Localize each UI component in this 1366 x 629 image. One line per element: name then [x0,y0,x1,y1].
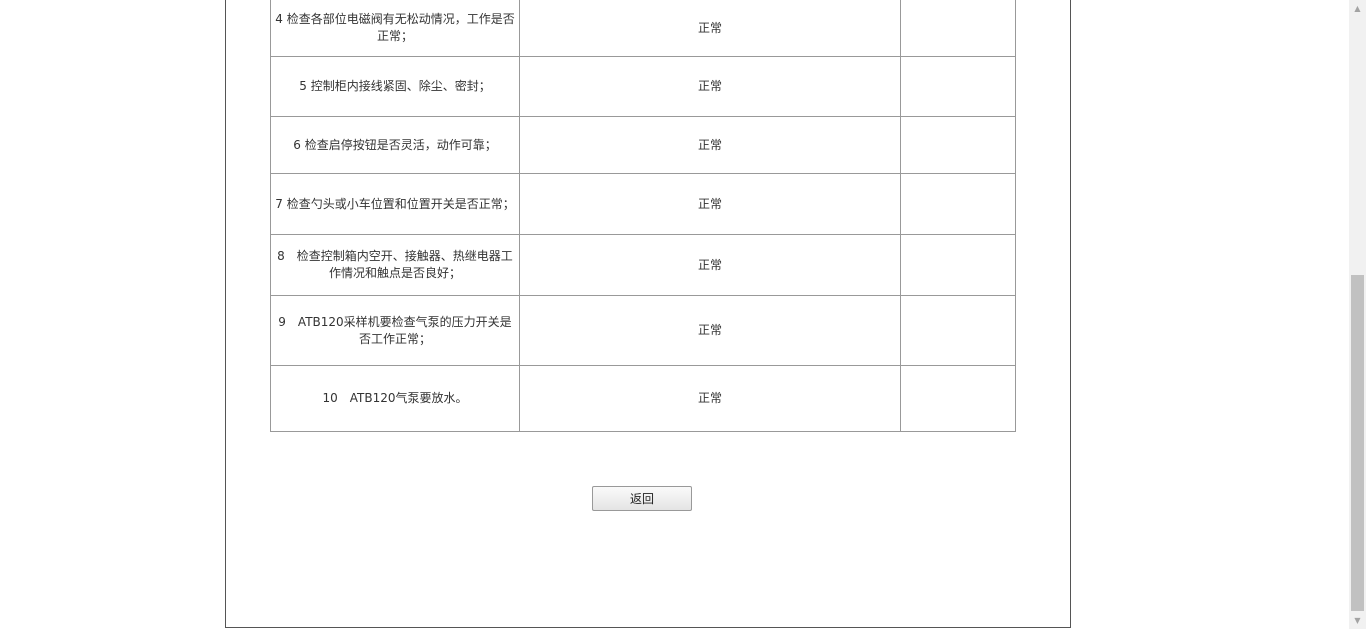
status-cell: 正常 [519,173,901,235]
check-item-cell: 7 检查勺头或小车位置和位置开关是否正常； [270,173,520,235]
content-frame: 4 检查各部位电磁阀有无松动情况，工作是否正常； 正常 5 控制柜内接线紧固、除… [225,0,1071,628]
check-item-cell: 10 ATB120气泵要放水。 [270,365,520,432]
status-cell: 正常 [519,295,901,366]
status-cell: 正常 [519,0,901,57]
check-item-cell: 5 控制柜内接线紧固、除尘、密封； [270,56,520,117]
check-item-cell: 4 检查各部位电磁阀有无松动情况，工作是否正常； [270,0,520,57]
table-row: 10 ATB120气泵要放水。 正常 [270,365,1016,432]
check-item-cell: 9 ATB120采样机要检查气泵的压力开关是否工作正常； [270,295,520,366]
table-row: 4 检查各部位电磁阀有无松动情况，工作是否正常； 正常 [270,0,1016,57]
remark-cell [900,173,1016,235]
remark-cell [900,116,1016,174]
table-row: 9 ATB120采样机要检查气泵的压力开关是否工作正常； 正常 [270,295,1016,366]
vertical-scrollbar[interactable]: ▲ ▼ [1349,0,1366,629]
table-row: 7 检查勺头或小车位置和位置开关是否正常； 正常 [270,173,1016,235]
button-bar: 返回 [592,486,692,511]
table-row: 5 控制柜内接线紧固、除尘、密封； 正常 [270,56,1016,117]
table-row: 8 检查控制箱内空开、接触器、热继电器工作情况和触点是否良好； 正常 [270,234,1016,296]
remark-cell [900,0,1016,57]
remark-cell [900,234,1016,296]
check-item-cell: 8 检查控制箱内空开、接触器、热继电器工作情况和触点是否良好； [270,234,520,296]
status-cell: 正常 [519,234,901,296]
scroll-down-arrow-icon[interactable]: ▼ [1349,612,1366,629]
inspection-table: 4 检查各部位电磁阀有无松动情况，工作是否正常； 正常 5 控制柜内接线紧固、除… [270,0,1016,432]
scroll-thumb[interactable] [1351,275,1364,611]
remark-cell [900,365,1016,432]
scroll-up-arrow-icon[interactable]: ▲ [1349,0,1366,17]
status-cell: 正常 [519,365,901,432]
status-cell: 正常 [519,56,901,117]
back-button[interactable]: 返回 [592,486,692,511]
status-cell: 正常 [519,116,901,174]
check-item-cell: 6 检查启停按钮是否灵活，动作可靠； [270,116,520,174]
remark-cell [900,295,1016,366]
remark-cell [900,56,1016,117]
table-row: 6 检查启停按钮是否灵活，动作可靠； 正常 [270,116,1016,174]
